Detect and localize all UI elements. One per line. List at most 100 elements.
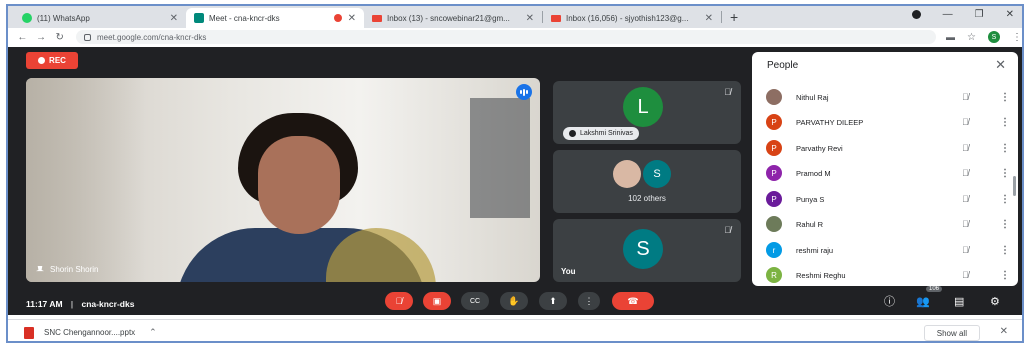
tab-strip: (11) WhatsApp ✕ Meet - cna-kncr-dks ✕ In… bbox=[8, 6, 1022, 28]
mic-off-icon[interactable]: 🎙̸ bbox=[962, 92, 992, 102]
participant-name: PARVATHY DILEEP bbox=[796, 117, 864, 127]
recording-badge[interactable]: REC bbox=[26, 52, 78, 69]
avatar: P bbox=[766, 114, 782, 130]
participant-name: Punya S bbox=[796, 194, 825, 204]
avatar: P bbox=[766, 165, 782, 181]
more-options-icon[interactable]: ⋮ bbox=[992, 245, 1018, 256]
avatar: P bbox=[766, 140, 782, 156]
close-icon[interactable]: ✕ bbox=[705, 13, 713, 24]
meeting-code: cna-kncr-dks bbox=[81, 299, 135, 309]
close-icon[interactable]: ✕ bbox=[995, 57, 1006, 73]
participant-tile-others[interactable]: S 102 others bbox=[553, 150, 741, 213]
end-call-button[interactable]: ☎ bbox=[612, 292, 654, 310]
camera-off-icon: ▣ bbox=[432, 295, 442, 306]
list-item[interactable]: R Reshmi Reghu 🎙̸ ⋮ bbox=[752, 264, 1018, 286]
mic-off-icon[interactable]: 🎙̸ bbox=[962, 117, 992, 127]
reload-icon[interactable]: ↻ bbox=[53, 32, 66, 43]
meeting-time: 11:17 AM bbox=[26, 299, 63, 309]
camera-icon[interactable]: ▬ bbox=[946, 32, 955, 42]
show-all-button[interactable]: Show all bbox=[923, 325, 980, 341]
captions-icon: CC bbox=[469, 297, 481, 305]
main-video-tile[interactable]: Shorin Shorin bbox=[26, 78, 540, 282]
avatar: P bbox=[766, 191, 782, 207]
activities-button[interactable]: ⚙ bbox=[990, 292, 1000, 310]
close-icon[interactable]: ✕ bbox=[348, 13, 356, 24]
list-item[interactable]: Nithul Raj 🎙̸ ⋮ bbox=[752, 86, 1018, 108]
download-bar: SNC Chengannoor....pptx ⌃ Show all ✕ bbox=[8, 319, 1022, 341]
people-button[interactable]: 👥 106 bbox=[916, 286, 943, 310]
more-options-button[interactable]: ⋮ bbox=[578, 292, 600, 310]
forward-icon[interactable]: → bbox=[35, 32, 48, 43]
meet-icon bbox=[194, 13, 204, 23]
background-window bbox=[470, 98, 530, 218]
mic-off-icon: 🎙̸ bbox=[395, 296, 403, 306]
tab-whatsapp[interactable]: (11) WhatsApp ✕ bbox=[14, 8, 186, 28]
more-options-icon[interactable]: ⋮ bbox=[992, 92, 1018, 103]
speaker-name-tag: Shorin Shorin bbox=[36, 265, 98, 274]
present-button[interactable]: ⬆ bbox=[539, 292, 567, 310]
mic-off-icon: 🎙̸ bbox=[724, 87, 731, 97]
list-item[interactable]: P Punya S 🎙̸ ⋮ bbox=[752, 188, 1018, 210]
avatar: S bbox=[643, 160, 671, 188]
star-icon[interactable]: ☆ bbox=[967, 32, 976, 43]
mic-off-icon[interactable]: 🎙̸ bbox=[962, 168, 992, 178]
list-item[interactable]: P PARVATHY DILEEP 🎙̸ ⋮ bbox=[752, 111, 1018, 133]
raise-hand-button[interactable]: ✋ bbox=[500, 292, 528, 310]
tab-inbox-2[interactable]: Inbox (16,056) - sjyothish123@g... ✕ bbox=[543, 8, 721, 28]
window-controls: — ❐ ✕ bbox=[911, 9, 1014, 20]
list-item[interactable]: Rahul R 🎙̸ ⋮ bbox=[752, 213, 1018, 235]
address-bar[interactable]: meet.google.com/cna-kncr-dks bbox=[76, 30, 937, 44]
activities-icon: ⚙ bbox=[990, 295, 1000, 308]
chevron-up-icon[interactable]: ⌃ bbox=[149, 327, 157, 338]
more-options-icon[interactable]: ⋮ bbox=[992, 143, 1018, 154]
chat-button[interactable]: ▤ bbox=[954, 292, 964, 310]
mic-toggle-button[interactable]: 🎙̸ bbox=[385, 292, 413, 310]
scrollbar[interactable] bbox=[1013, 176, 1016, 196]
participant-name: Rahul R bbox=[796, 219, 824, 229]
avatar: S bbox=[623, 229, 663, 269]
new-tab-button[interactable]: + bbox=[730, 9, 738, 25]
meet-stage: REC Shorin Shorin 🎙̸ L Lakshmi Srinivas bbox=[8, 47, 1022, 315]
restore-button[interactable]: ❐ bbox=[975, 9, 984, 20]
toolbar-actions: ▬ ☆ S ⋮ bbox=[946, 31, 1022, 43]
others-count-label: 102 others bbox=[628, 194, 666, 203]
mic-off-icon[interactable]: 🎙̸ bbox=[962, 143, 992, 153]
close-icon[interactable]: ✕ bbox=[170, 13, 178, 24]
captions-button[interactable]: CC bbox=[461, 292, 489, 310]
list-item[interactable]: P Parvathy Revi 🎙̸ ⋮ bbox=[752, 137, 1018, 159]
close-icon[interactable]: ✕ bbox=[526, 13, 534, 24]
record-icon[interactable] bbox=[911, 10, 921, 19]
download-item[interactable]: SNC Chengannoor....pptx bbox=[44, 328, 135, 337]
participant-tile-lakshmi[interactable]: 🎙̸ L Lakshmi Srinivas bbox=[553, 81, 741, 144]
mic-off-icon[interactable]: 🎙̸ bbox=[962, 194, 992, 204]
more-options-icon[interactable]: ⋮ bbox=[992, 117, 1018, 128]
mic-off-icon[interactable]: 🎙̸ bbox=[962, 219, 992, 229]
minimize-button[interactable]: — bbox=[943, 9, 953, 20]
pin-icon[interactable] bbox=[36, 265, 44, 272]
avatar: R bbox=[766, 267, 782, 283]
tab-inbox-1[interactable]: Inbox (13) - sncowebinar21@gm... ✕ bbox=[364, 8, 542, 28]
tab-separator bbox=[721, 11, 722, 23]
rec-label: REC bbox=[49, 56, 66, 65]
chat-icon: ▤ bbox=[954, 295, 965, 308]
others-avatar-group: S bbox=[613, 160, 683, 188]
tab-title: (11) WhatsApp bbox=[37, 13, 90, 23]
tab-meet[interactable]: Meet - cna-kncr-dks ✕ bbox=[186, 8, 364, 28]
camera-toggle-button[interactable]: ▣ bbox=[423, 292, 451, 310]
avatar bbox=[766, 216, 782, 232]
more-options-icon[interactable]: ⋮ bbox=[992, 219, 1018, 230]
mic-off-icon[interactable]: 🎙̸ bbox=[962, 270, 992, 280]
list-item[interactable]: P Pramod M 🎙̸ ⋮ bbox=[752, 162, 1018, 184]
menu-icon[interactable]: ⋮ bbox=[1012, 32, 1022, 43]
participant-tile-you[interactable]: 🎙̸ S You bbox=[553, 219, 741, 282]
list-item[interactable]: r reshmi raju 🎙̸ ⋮ bbox=[752, 239, 1018, 261]
meeting-details-button[interactable]: ⓘ bbox=[884, 292, 895, 310]
account-icon bbox=[569, 130, 576, 137]
profile-avatar[interactable]: S bbox=[987, 31, 1000, 43]
mic-off-icon[interactable]: 🎙̸ bbox=[962, 245, 992, 255]
close-icon[interactable]: ✕ bbox=[1000, 326, 1008, 337]
more-options-icon[interactable]: ⋮ bbox=[992, 270, 1018, 281]
info-icon: ⓘ bbox=[884, 296, 895, 308]
close-window-button[interactable]: ✕ bbox=[1006, 9, 1014, 20]
back-icon[interactable]: ← bbox=[16, 32, 29, 43]
